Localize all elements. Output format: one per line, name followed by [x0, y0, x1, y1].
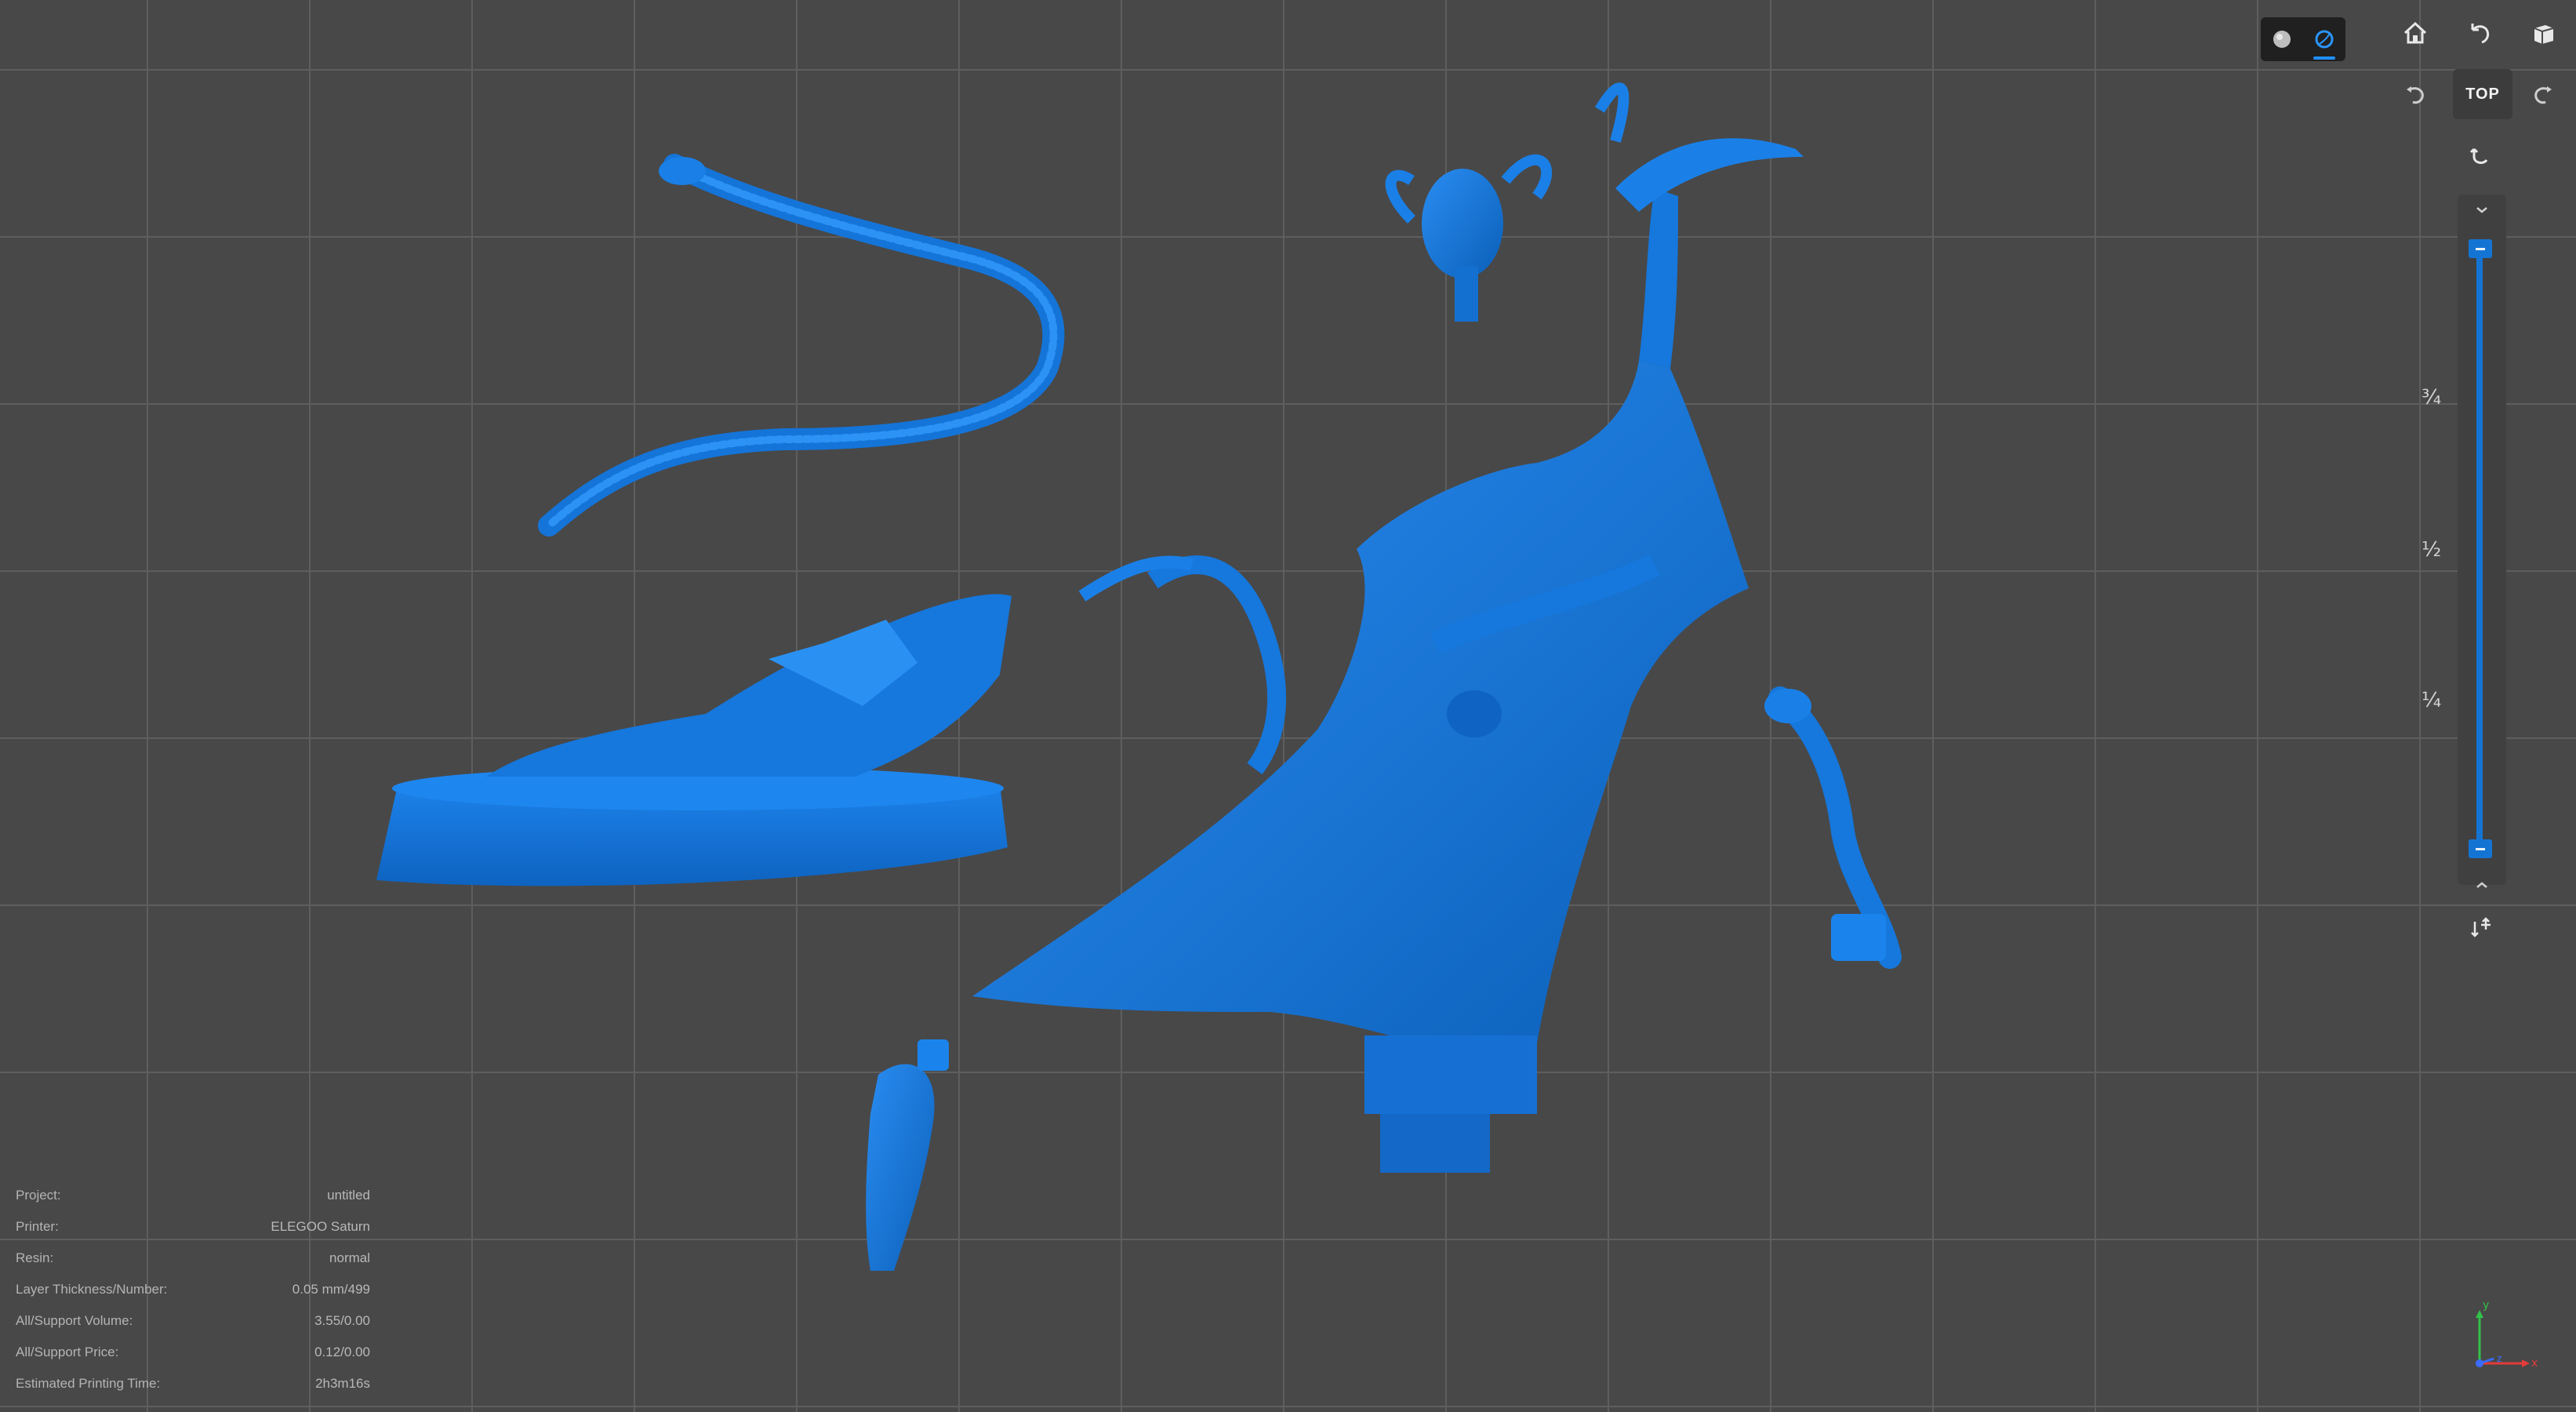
info-label: Project:: [16, 1188, 61, 1203]
info-value: 2h3m16s: [315, 1376, 370, 1391]
slider-mark-quarter: ¼: [2422, 689, 2442, 712]
info-row-layer-thickness: Layer Thickness/Number: 0.05 mm/499: [16, 1274, 370, 1305]
info-row-volume: All/Support Volume: 3.55/0.00: [16, 1305, 370, 1337]
gizmo-y-label: y: [2483, 1299, 2489, 1312]
model-scene[interactable]: [0, 0, 2576, 1412]
flip-icon: [2469, 147, 2488, 164]
main-figure-model[interactable]: [972, 82, 1804, 1173]
axis-gizmo-icon: y x z: [2476, 1299, 2538, 1370]
chevron-up-icon: [2476, 882, 2487, 888]
3d-viewport[interactable]: TOP ¾ ½ ¼ Project: untitled Printer: ELE…: [0, 0, 2576, 1412]
sphere-icon: [2273, 31, 2291, 48]
top-view-button[interactable]: TOP: [2453, 69, 2512, 119]
wireframe-view-button[interactable]: [2307, 22, 2342, 60]
view-cube-button[interactable]: [2521, 11, 2565, 55]
rotate-ccw-icon: [2407, 86, 2424, 104]
snake-model[interactable]: [538, 154, 1065, 537]
info-row-resin: Resin: normal: [16, 1243, 370, 1274]
chevron-down-icon: [2476, 207, 2487, 213]
info-value: 3.55/0.00: [314, 1313, 370, 1328]
layer-slider-lower-handle[interactable]: [2469, 839, 2492, 858]
slider-mark-half: ½: [2422, 538, 2442, 562]
info-label: All/Support Volume:: [16, 1313, 133, 1328]
info-label: Estimated Printing Time:: [16, 1376, 161, 1391]
arm-model[interactable]: [866, 1039, 949, 1271]
rotate-cw-button[interactable]: [2521, 74, 2565, 118]
home-icon: [2403, 21, 2427, 44]
flip-button[interactable]: [2458, 135, 2502, 179]
gizmo-x-label: x: [2531, 1357, 2538, 1370]
info-value: ELEGOO Saturn: [271, 1219, 370, 1234]
rotate-ccw-button[interactable]: [2393, 74, 2437, 118]
circle-outline-icon: [2315, 30, 2334, 49]
rotate-left-icon: [2471, 24, 2490, 44]
info-label: Layer Thickness/Number:: [16, 1282, 168, 1297]
slider-mark-three-quarters: ¾: [2422, 386, 2442, 409]
info-row-price: All/Support Price: 0.12/0.00: [16, 1337, 370, 1368]
cube-icon: [2534, 25, 2554, 44]
info-label: All/Support Price:: [16, 1345, 119, 1359]
solid-view-button[interactable]: [2265, 22, 2299, 56]
swap-handles-icon: [2471, 917, 2491, 937]
home-button[interactable]: [2393, 11, 2437, 55]
info-label: Resin:: [16, 1250, 54, 1265]
layer-down-button[interactable]: [2460, 188, 2504, 232]
swap-handles-button[interactable]: [2460, 907, 2504, 951]
view-mode-toggle: [2261, 17, 2345, 61]
snake-tail-model[interactable]: [1764, 686, 1902, 969]
info-row-print-time: Estimated Printing Time: 2h3m16s: [16, 1368, 370, 1399]
layer-slider-rail[interactable]: [2476, 243, 2483, 851]
base-model[interactable]: [376, 594, 1012, 886]
info-label: Printer:: [16, 1219, 59, 1234]
rotate-cw-icon: [2534, 86, 2552, 104]
layer-up-button[interactable]: [2460, 863, 2504, 907]
gizmo-z-label: z: [2497, 1353, 2502, 1364]
info-value: 0.05 mm/499: [292, 1282, 370, 1297]
info-row-project: Project: untitled: [16, 1180, 370, 1211]
info-value: normal: [329, 1250, 370, 1265]
info-value: 0.12/0.00: [314, 1345, 370, 1359]
rotate-left-button[interactable]: [2458, 11, 2502, 55]
info-value: untitled: [327, 1188, 370, 1203]
info-row-printer: Printer: ELEGOO Saturn: [16, 1211, 370, 1243]
layer-slider-upper-handle[interactable]: [2469, 239, 2492, 258]
project-info-panel: Project: untitled Printer: ELEGOO Saturn…: [16, 1180, 370, 1399]
head-model[interactable]: [1385, 154, 1553, 322]
